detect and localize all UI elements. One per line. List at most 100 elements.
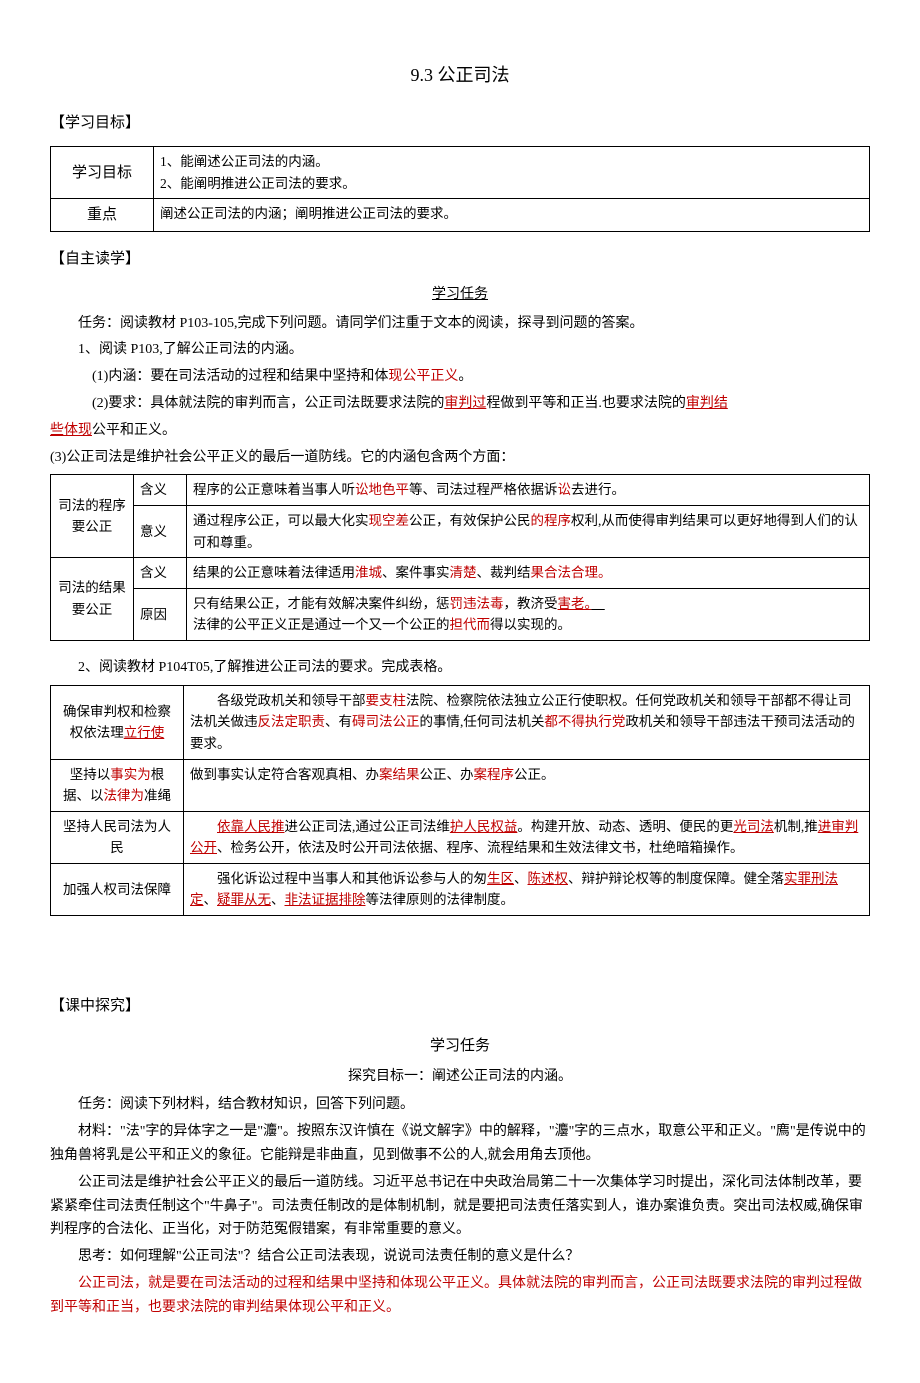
req-label: 坚持以事实为根据、以法律为准绳 [51,759,184,811]
sub-label: 含义 [134,558,187,589]
task-title: 学习任务 [50,1034,870,1060]
text: 的事情,任何司法机关 [420,714,545,729]
cell-content: 只有结果公正，才能有效解决案件纠纷，惩罚违法毒，教济受害老。 法律的公平正义正是… [187,588,870,640]
text: (2)要求：具体就法院的审判而言，公正司法既要求法院的 [92,396,444,411]
red-text: 案结果 [379,767,420,782]
red-underline-text: 审判过 [444,396,486,411]
red-underline-text: 非法证据排除 [285,892,366,907]
red-text: 碍司法公正 [352,714,420,729]
sub-label: 原因 [134,588,187,640]
text: 、 [514,871,528,886]
text: 准绳 [144,788,171,803]
table-row: 学习目标 1、能阐述公正司法的内涵。 2、能阐明推进公正司法的要求。 [51,147,870,199]
table-row: 意义 通过程序公正，可以最大化实现空差公正，有效保护公民的程序权利,从而使得审判… [51,505,870,557]
s3-think: 思考：如何理解"公正司法"？结合公正司法表现，说说司法责任制的意义是什么？ [50,1245,870,1269]
text: 、 [204,892,218,907]
meaning-table: 司法的程序要公正 含义 程序的公正意味着当事人听讼地色平等、司法过程严格依据诉讼… [50,474,870,641]
goal-line: 1、能阐述公正司法的内涵。 [160,151,863,173]
text: 等、司法过程严格依据诉 [409,482,558,497]
text: 、检务公开，依法及时公开司法依据、程序、流程结果和生效法律文书，杜绝暗箱操作。 [217,840,744,855]
red-underline-text: 生区 [487,871,514,886]
red-underline-text: 审判结 [686,396,728,411]
red-text: 现空差 [369,513,410,528]
goal-line: 2、能阐明推进公正司法的要求。 [160,173,863,195]
section-2-heading: 【自主读学】 [50,247,870,273]
table-row: 原因 只有结果公正，才能有效解决案件纠纷，惩罚违法毒，教济受害老。 法律的公平正… [51,588,870,640]
table-row: 确保审判权和检察权依法理立行使 各级党政机关和领导干部要支柱法院、检察院依法独立… [51,685,870,759]
req-label: 坚持人民司法为人民 [51,811,184,863]
s3-task: 任务：阅读下列材料，结合教材知识，回答下列问题。 [50,1093,870,1117]
text: 坚持以 [70,767,111,782]
question-1-1: (1)内涵：要在司法活动的过程和结果中坚持和体现公平正义。 [50,365,870,389]
red-underline-text: 疑罪从无 [217,892,271,907]
text: 、 [271,892,285,907]
focus-label: 重点 [51,199,154,232]
text: 机制,推 [774,819,818,834]
text: 。 [458,369,472,384]
table-row: 坚持以事实为根据、以法律为准绳 做到事实认定符合客观真相、办案结果公正、办案程序… [51,759,870,811]
text: 法律的公平正义正是通过一个又一个公正的 [193,617,450,632]
task-intro: 任务：阅读教材 P103-105,完成下列问题。请同学们注重于文本的阅读，探寻到… [50,312,870,336]
table-row: 司法的结果要公正 含义 结果的公正意味着法律适用淮城、案件事实清楚、裁判结果合法… [51,558,870,589]
text: 进公正司法,通过公正司法维 [285,819,450,834]
text: 等法律原则的法律制度。 [366,892,515,907]
subtitle: 探究目标一：阐述公正司法的内涵。 [50,1065,870,1089]
goal-table: 学习目标 1、能阐述公正司法的内涵。 2、能阐明推进公正司法的要求。 重点 阐述… [50,146,870,232]
cell-content: 做到事实认定符合客观真相、办案结果公正、办案程序公正。 [184,759,870,811]
req-label: 确保审判权和检察权依法理立行使 [51,685,184,759]
red-underline-text: 光司法 [733,819,774,834]
table-row: 司法的程序要公正 含义 程序的公正意味着当事人听讼地色平等、司法过程严格依据诉讼… [51,475,870,506]
text: 只有结果公正，才能有效解决案件纠纷，惩 [193,596,450,611]
red-text: 果合法合理。 [531,565,612,580]
sub-label: 意义 [134,505,187,557]
cell-content: 结果的公正意味着法律适用淮城、案件事实清楚、裁判结果合法合理。 [187,558,870,589]
red-underline-text: 依靠人民推 [217,819,285,834]
red-text: 淮城 [355,565,382,580]
text: 公正，有效保护公民 [409,513,531,528]
red-text: 反法定职责 [258,714,326,729]
s3-answer: 公正司法，就是要在司法活动的过程和结果中坚持和体现公平正义。具体就法院的审判而言… [50,1272,870,1320]
text: 、裁判结 [477,565,531,580]
text [190,819,217,834]
text: (1)内涵：要在司法活动的过程和结果中坚持和体 [92,369,388,384]
red-text: 罚违法毒 [450,596,504,611]
red-text: 要支柱 [366,693,407,708]
question-1-3: (3)公正司法是维护社会公平正义的最后一道防线。它的内涵包含两个方面： [50,446,870,470]
red-text: 讼地色平 [355,482,409,497]
cell-content: 通过程序公正，可以最大化实现空差公正，有效保护公民的程序权利,从而使得审判结果可… [187,505,870,557]
red-underline-text: 害老。 [558,596,592,611]
cell-content: 依靠人民推进公正司法,通过公正司法维护人民权益。构建开放、动态、透明、便民的更光… [184,811,870,863]
text: 、案件事实 [382,565,450,580]
red-text: 案程序 [474,767,515,782]
underline-text [591,596,605,611]
row-group-label: 司法的程序要公正 [51,475,134,558]
section-1-heading: 【学习目标】 [50,111,870,137]
text: 去进行。 [571,482,625,497]
red-text: 的程序 [531,513,572,528]
sub-label: 含义 [134,475,187,506]
cell-content: 强化诉讼过程中当事人和其他诉讼参与人的匆生区、陈述权、辩护辩论权等的制度保障。健… [184,863,870,915]
text: 程做到平等和正当.也要求法院的 [486,396,686,411]
red-text: 事实为 [110,767,151,782]
text: 通过程序公正，可以最大化实 [193,513,369,528]
text: ，教济受 [504,596,558,611]
text: 结果的公正意味着法律适用 [193,565,355,580]
text: 、辩护辩论权等的制度保障。健全落 [568,871,784,886]
text: 公正。 [514,767,555,782]
red-text: 担代而 [450,617,491,632]
goal-label: 学习目标 [51,147,154,199]
red-underline-text: 些体现 [50,423,92,438]
goal-content: 1、能阐述公正司法的内涵。 2、能阐明推进公正司法的要求。 [154,147,870,199]
page-title: 9.3 公正司法 [50,60,870,91]
question-1-2a: (2)要求：具体就法院的审判而言，公正司法既要求法院的审判过程做到平等和正当.也… [50,392,870,416]
requirements-table: 确保审判权和检察权依法理立行使 各级党政机关和领导干部要支柱法院、检察院依法独立… [50,685,870,916]
text: 做到事实认定符合客观真相、办 [190,767,379,782]
text: 公平和正义。 [92,423,176,438]
s3-material-1: 材料："法"字的异体字之一是"灋"。按照东汉许慎在《说文解字》中的解释，"灋"字… [50,1120,870,1168]
text: 公正、办 [420,767,474,782]
text: 。构建开放、动态、透明、便民的更 [517,819,733,834]
question-1: 1、阅读 P103,了解公正司法的内涵。 [50,338,870,362]
cell-content: 各级党政机关和领导干部要支柱法院、检察院依法独立公正行使职权。任何党政机关和领导… [184,685,870,759]
table-row: 坚持人民司法为人民 依靠人民推进公正司法,通过公正司法维护人民权益。构建开放、动… [51,811,870,863]
question-1-2b: 些体现公平和正义。 [50,419,870,443]
